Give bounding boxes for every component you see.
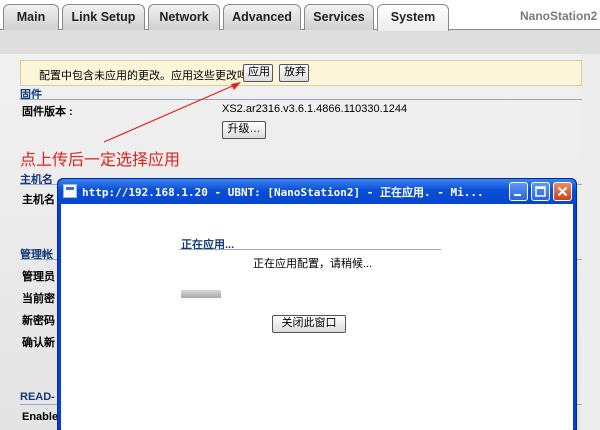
pending-changes-text: 配置中包含未应用的更改。应用这些更改吗?	[39, 70, 255, 82]
applying-popup-window: http://192.168.1.20 - UBNT: [NanoStation…	[57, 178, 577, 430]
close-icon	[557, 186, 568, 197]
current-password-label: 当前密	[22, 293, 55, 305]
maximize-button[interactable]	[531, 182, 550, 201]
tab-system[interactable]: System	[377, 4, 449, 31]
tab-network[interactable]: Network	[148, 4, 220, 30]
upgrade-button[interactable]: 升级…	[222, 121, 266, 139]
enable-label: Enable	[22, 411, 58, 423]
tab-link-setup[interactable]: Link Setup	[62, 4, 145, 30]
new-password-label: 新密码	[22, 315, 55, 327]
popup-title: http://192.168.1.20 - UBNT: [NanoStation…	[82, 186, 484, 199]
tab-services[interactable]: Services	[304, 4, 374, 30]
popup-titlebar[interactable]: http://192.168.1.20 - UBNT: [NanoStation…	[58, 179, 576, 204]
header-band	[0, 30, 600, 54]
minimize-button[interactable]	[509, 182, 528, 201]
apply-button[interactable]: 应用	[243, 64, 273, 82]
pending-changes-banner: 配置中包含未应用的更改。应用这些更改吗? 应用 放弃	[20, 60, 582, 86]
firmware-version-value: XS2.ar2316.v3.6.1.4866.110330.1244	[222, 103, 408, 115]
right-edge-strip	[580, 54, 600, 430]
applying-divider	[179, 249, 441, 250]
close-window-button[interactable]	[553, 182, 572, 201]
host-name-label: 主机名	[22, 194, 55, 206]
brand-name: NanoStation2	[520, 9, 598, 23]
popup-body: 正在应用... 正在应用配置，请稍候... 关闭此窗口	[61, 204, 573, 430]
admin-user-label: 管理员	[22, 271, 55, 283]
tab-main[interactable]: Main	[3, 4, 59, 30]
confirm-password-label: 确认新	[22, 337, 55, 349]
minimize-icon	[514, 194, 521, 196]
close-this-window-button[interactable]: 关闭此窗口	[272, 315, 346, 333]
discard-button[interactable]: 放弃	[279, 64, 309, 82]
tab-bar: Main Link Setup Network Advanced Service…	[0, 0, 600, 31]
page-icon	[63, 184, 77, 198]
firmware-version-label: 固件版本 :	[22, 106, 73, 118]
maximize-icon	[535, 186, 546, 197]
readonly-section-title: READ-	[20, 391, 55, 403]
tab-advanced[interactable]: Advanced	[223, 4, 301, 30]
annotation-text: 点上传后一定选择应用	[20, 152, 181, 169]
progress-bar	[181, 290, 221, 298]
firmware-divider	[20, 99, 582, 100]
applying-message: 正在应用配置，请稍候...	[253, 258, 373, 270]
